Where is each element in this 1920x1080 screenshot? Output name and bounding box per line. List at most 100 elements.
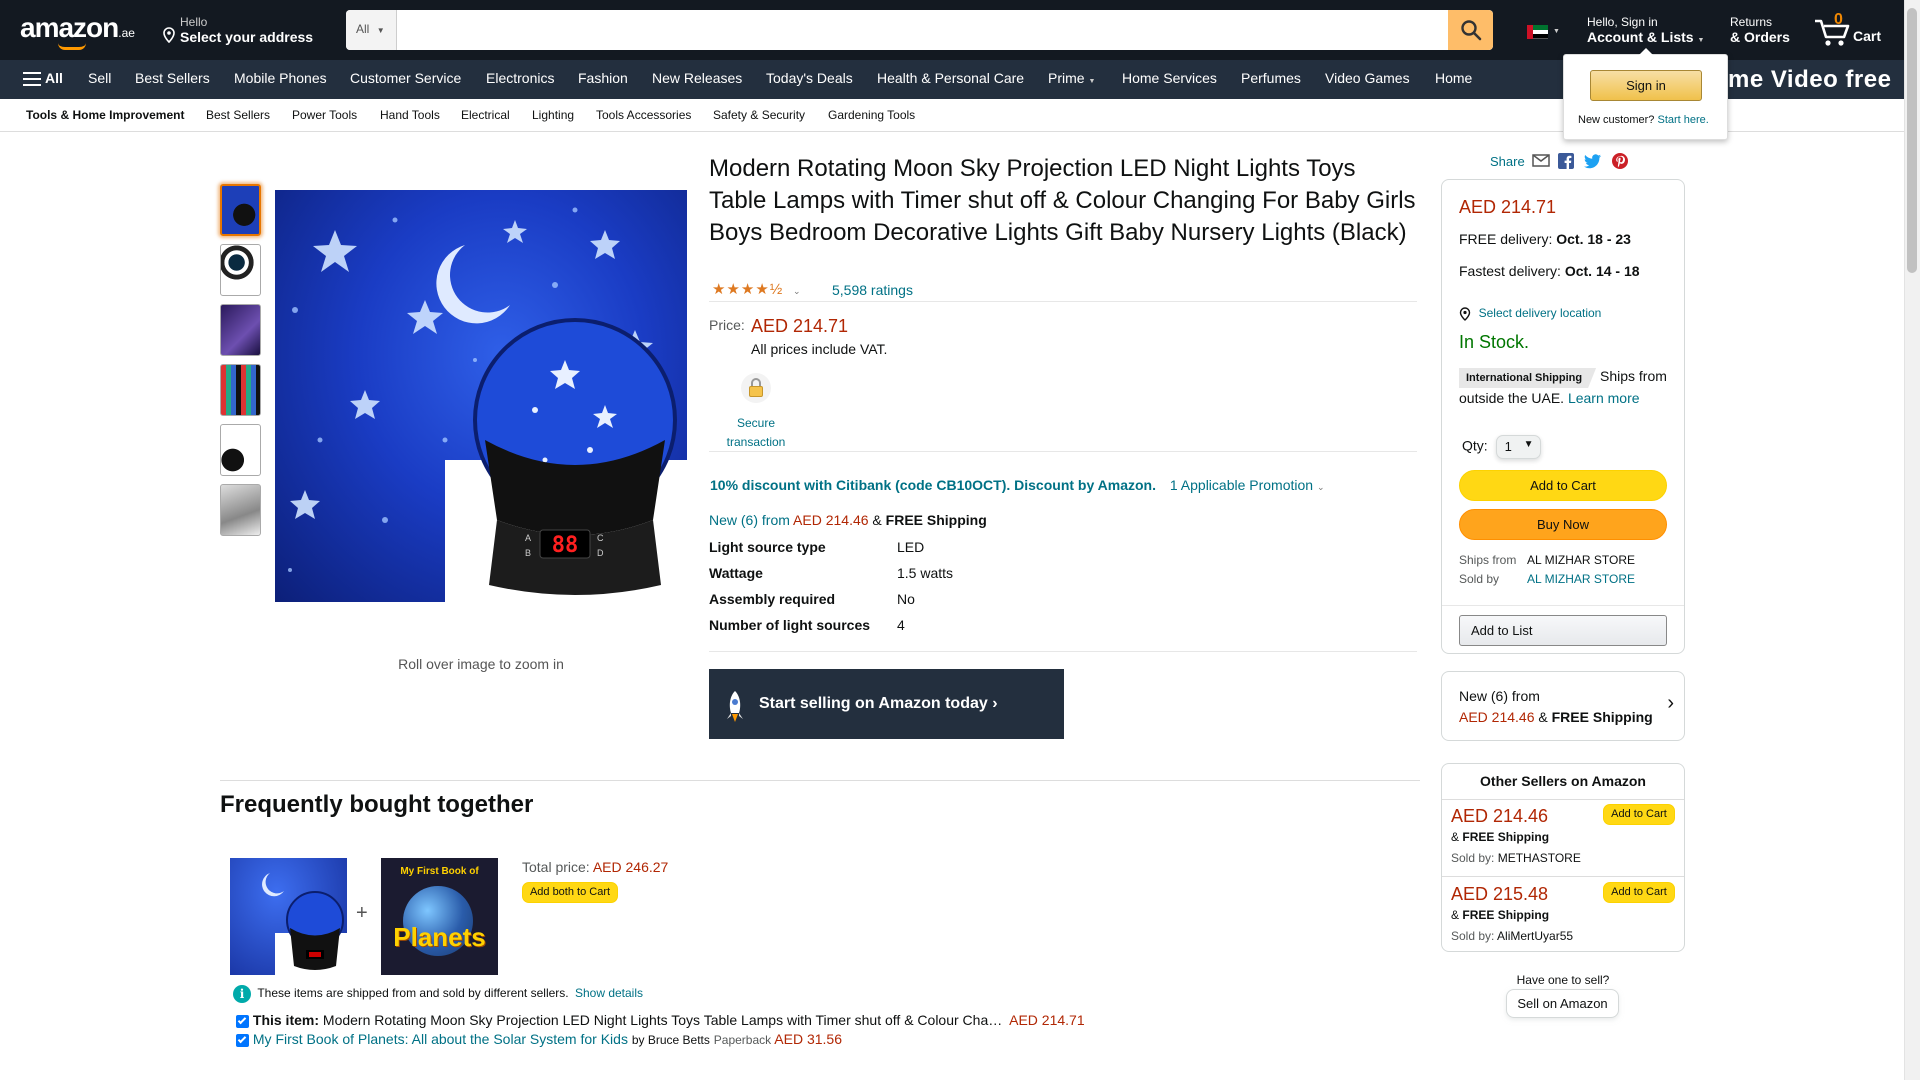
subnav-lighting[interactable]: Lighting: [532, 108, 574, 122]
new-offers-box[interactable]: New (6) from AED 214.46 & FREE Shipping …: [1441, 671, 1685, 741]
search-button[interactable]: [1448, 10, 1493, 50]
add-both-to-cart-button[interactable]: Add both to Cart: [522, 882, 618, 903]
learn-more-link[interactable]: Learn more: [1568, 390, 1640, 406]
gallery-thumbnail-2[interactable]: [220, 244, 261, 296]
nav-link-video-games[interactable]: Video Games: [1325, 70, 1410, 86]
search-category-dropdown[interactable]: All ▼: [346, 10, 397, 50]
search-input[interactable]: [398, 10, 1446, 50]
this-item-label: This item:: [252, 1012, 320, 1028]
main-product-image[interactable]: 88 A B C D: [275, 190, 687, 602]
returns-label: Returns: [1730, 15, 1773, 29]
ratings-count-link[interactable]: 5,598 ratings: [832, 282, 913, 298]
nav-link-todays-deals[interactable]: Today's Deals: [766, 70, 853, 86]
amazon-logo[interactable]: amazon.ae: [20, 12, 135, 44]
nav-link-electronics[interactable]: Electronics: [486, 70, 554, 86]
email-icon[interactable]: [1532, 154, 1550, 167]
international-shipping-info: International Shipping Ships from outsid…: [1459, 366, 1669, 408]
nav-link-best-sellers[interactable]: Best Sellers: [135, 70, 210, 86]
subnav-tools-accessories[interactable]: Tools Accessories: [596, 108, 691, 122]
subnav-category[interactable]: Tools & Home Improvement: [26, 108, 184, 122]
start-selling-banner[interactable]: Start selling on Amazon today ›: [709, 669, 1064, 739]
prime-video-banner[interactable]: me Video free: [1728, 66, 1891, 94]
other-sellers-box: Other Sellers on Amazon AED 214.46 Add t…: [1441, 763, 1685, 952]
caret-down-icon: ▼: [1088, 78, 1096, 85]
fbt-item-image-2[interactable]: My First Book of Planets: [381, 858, 498, 975]
nav-link-new-releases[interactable]: New Releases: [652, 70, 742, 86]
signin-button[interactable]: Sign in: [1590, 70, 1702, 101]
add-to-cart-button[interactable]: Add to Cart: [1459, 470, 1667, 501]
nav-link-home-services[interactable]: Home Services: [1122, 70, 1217, 86]
returns-orders[interactable]: Returns & Orders: [1730, 15, 1790, 45]
cart-label: Cart: [1853, 28, 1882, 44]
applicable-promotion-link[interactable]: 1 Applicable Promotion ⌄: [1170, 477, 1325, 493]
gallery-thumbnail-6[interactable]: [220, 484, 261, 536]
start-here-link[interactable]: Start here.: [1657, 114, 1708, 126]
deliver-small-text: Hello: [180, 15, 208, 29]
fbt-item-image-1[interactable]: [230, 858, 347, 975]
subnav-electrical[interactable]: Electrical: [461, 108, 510, 122]
buy-now-button[interactable]: Buy Now: [1459, 509, 1667, 540]
account-menu[interactable]: Hello, Sign in Account & Lists ▼: [1587, 15, 1704, 49]
subnav-hand-tools[interactable]: Hand Tools: [380, 108, 440, 122]
night-light-illustration: 88 A B C D: [288, 207, 687, 602]
top-header: amazon.ae Hello Select your address All …: [0, 0, 1904, 60]
quantity-select[interactable]: 1 ▼: [1495, 435, 1541, 459]
sold-by-seller-link[interactable]: AL MIZHAR STORE: [1527, 572, 1635, 586]
page-scrollbar[interactable]: [1904, 0, 1920, 1080]
chevron-down-icon: ⌄: [1316, 482, 1325, 492]
subnav-gardening-tools[interactable]: Gardening Tools: [828, 108, 915, 122]
fbt-item-row-1: This item: Modern Rotating Moon Sky Proj…: [236, 1012, 1085, 1028]
nav-link-perfumes[interactable]: Perfumes: [1241, 70, 1301, 86]
fbt-item-checkbox-2[interactable]: [236, 1033, 249, 1047]
fbt-item-title-link-2[interactable]: My First Book of Planets: All about the …: [253, 1031, 628, 1047]
facebook-icon[interactable]: [1558, 153, 1574, 169]
fbt-heading: Frequently bought together: [220, 791, 534, 818]
language-selector[interactable]: ▼: [1527, 25, 1563, 39]
nav-link-health[interactable]: Health & Personal Care: [877, 70, 1024, 86]
lock-icon: [741, 373, 771, 403]
select-delivery-location-link[interactable]: Select delivery location: [1479, 306, 1602, 320]
rocket-icon: [727, 691, 743, 722]
nav-link-mobile-phones[interactable]: Mobile Phones: [234, 70, 327, 86]
twitter-icon[interactable]: [1584, 154, 1602, 169]
cart-icon: [1815, 19, 1850, 46]
search-icon: [1461, 20, 1482, 41]
rating-stars[interactable]: ★★★★½ ⌄: [712, 280, 800, 298]
share-label: Share: [1490, 154, 1525, 169]
nav-link-sell[interactable]: Sell: [88, 70, 111, 86]
gallery-thumbnail-3[interactable]: [220, 304, 261, 356]
gallery-thumbnail-4[interactable]: [220, 364, 261, 416]
gallery-thumbnail-1[interactable]: [220, 184, 261, 236]
night-light-thumbnail: [262, 873, 347, 975]
fastest-delivery-line: Fastest delivery: Oct. 14 - 18: [1459, 263, 1640, 279]
book-cover-title: My First Book of: [400, 866, 479, 877]
new-offers-link[interactable]: New (6) from: [709, 512, 790, 528]
subnav-best-sellers[interactable]: Best Sellers: [206, 108, 270, 122]
deliver-to[interactable]: Hello Select your address: [162, 15, 313, 45]
delivery-location[interactable]: Select delivery location: [1459, 305, 1601, 321]
pinterest-icon[interactable]: [1612, 153, 1628, 169]
sell-on-amazon-button[interactable]: Sell on Amazon: [1506, 989, 1619, 1018]
led-display: 88: [552, 533, 579, 558]
show-details-link[interactable]: Show details: [575, 986, 643, 1000]
add-to-list-button[interactable]: Add to List: [1459, 615, 1667, 646]
gallery-thumbnail-5[interactable]: [220, 424, 261, 476]
cart-button[interactable]: 0 Cart: [1813, 10, 1893, 50]
offer-add-to-cart-button[interactable]: Add to Cart: [1603, 882, 1675, 903]
all-menu-button[interactable]: All: [23, 70, 63, 87]
spec-value: LED: [897, 539, 925, 555]
subnav-safety-security[interactable]: Safety & Security: [713, 108, 805, 122]
account-greeting: Hello, Sign in: [1587, 15, 1658, 29]
spec-key: Assembly required: [709, 591, 836, 607]
nav-link-home[interactable]: Home: [1435, 70, 1472, 86]
nav-link-fashion[interactable]: Fashion: [578, 70, 628, 86]
scrollbar-thumb[interactable]: [1907, 8, 1917, 273]
logo-smile-icon: [58, 43, 86, 50]
fbt-item-checkbox-1[interactable]: [236, 1014, 249, 1028]
amp-text: &: [872, 512, 882, 528]
offer-add-to-cart-button[interactable]: Add to Cart: [1603, 804, 1675, 825]
nav-link-customer-service[interactable]: Customer Service: [350, 70, 461, 86]
subnav-power-tools[interactable]: Power Tools: [292, 108, 357, 122]
nav-link-prime[interactable]: Prime ▼: [1048, 70, 1095, 86]
secure-transaction[interactable]: Secure transaction: [717, 370, 795, 449]
